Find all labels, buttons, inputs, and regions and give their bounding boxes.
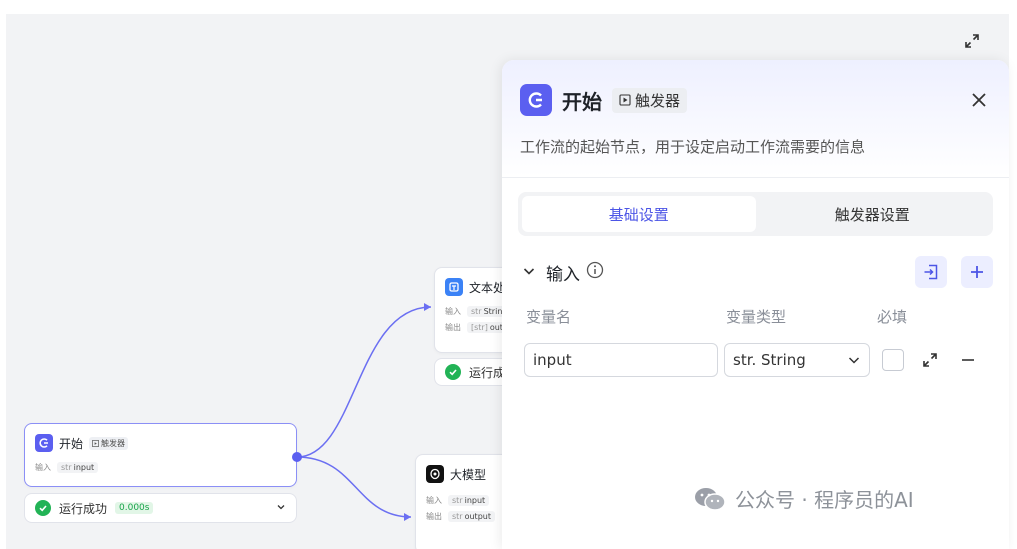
edge-arrow-text xyxy=(424,303,431,311)
minus-icon xyxy=(962,359,974,361)
start-node[interactable]: 开始 触发器 输入 str input xyxy=(24,423,297,487)
text-process-input-chip: str Strin xyxy=(467,306,507,317)
watermark-text: 公众号 · 程序员的AI xyxy=(735,488,914,512)
settings-tabs: 基础设置 触发器设置 xyxy=(518,192,993,236)
column-variable-type: 变量类型 xyxy=(726,308,787,326)
llm-input-label: 输入 xyxy=(426,496,442,505)
start-node-output-port[interactable] xyxy=(292,452,302,462)
tab-trigger-settings[interactable]: 触发器设置 xyxy=(756,196,990,232)
chevron-down-icon[interactable] xyxy=(276,501,286,515)
start-status-text: 运行成功 xyxy=(59,501,108,516)
plus-icon xyxy=(971,266,983,278)
text-process-status-text: 运行成 xyxy=(469,365,506,380)
success-check-icon xyxy=(35,500,51,516)
tab-basic-settings[interactable]: 基础设置 xyxy=(522,196,756,232)
expand-icon[interactable] xyxy=(961,30,983,52)
panel-description: 工作流的起始节点，用于设定启动工作流需要的信息 xyxy=(520,138,866,156)
start-node-title: 开始 xyxy=(59,436,84,451)
variable-row: str. String xyxy=(524,343,1009,377)
edge-arrow-llm xyxy=(404,513,411,521)
column-variable-name: 变量名 xyxy=(526,308,572,326)
input-section-header: 输入 xyxy=(522,256,993,288)
info-icon[interactable] xyxy=(586,261,604,283)
close-icon[interactable] xyxy=(967,88,991,112)
required-checkbox[interactable] xyxy=(882,349,904,371)
start-node-logo-icon xyxy=(520,84,552,116)
panel-tag: 触发器 xyxy=(612,87,688,113)
llm-icon xyxy=(426,465,444,483)
start-node-input-chip: str input xyxy=(57,462,99,473)
variable-type-value: str. String xyxy=(733,351,806,369)
text-process-title: 文本处 xyxy=(469,280,506,295)
start-node-input-label: 输入 xyxy=(35,463,51,472)
llm-input-chip: str input xyxy=(448,495,490,506)
input-section-title: 输入 xyxy=(546,264,580,285)
wechat-icon xyxy=(695,487,726,511)
variable-type-select[interactable]: str. String xyxy=(724,343,870,377)
trigger-icon xyxy=(619,94,631,106)
column-required: 必填 xyxy=(877,308,908,326)
import-button[interactable] xyxy=(915,256,947,288)
llm-title: 大模型 xyxy=(450,467,487,482)
panel-title: 开始 xyxy=(562,89,602,114)
text-process-input-label: 输入 xyxy=(445,307,461,316)
text-process-output-label: 输出 xyxy=(445,323,461,332)
remove-variable-button[interactable] xyxy=(960,352,976,368)
expand-icon[interactable] xyxy=(922,352,938,368)
add-variable-button[interactable] xyxy=(961,256,993,288)
collapse-chevron-icon[interactable] xyxy=(522,263,536,282)
import-icon xyxy=(924,264,938,280)
chevron-down-icon xyxy=(848,357,860,364)
trigger-icon xyxy=(92,439,99,447)
edge-start-to-llm xyxy=(296,456,412,518)
llm-output-label: 输出 xyxy=(426,512,442,521)
llm-output-chip: str output xyxy=(448,511,495,522)
watermark: 公众号 · 程序员的AI xyxy=(693,484,914,513)
edge-start-to-text xyxy=(296,306,432,458)
start-node-status[interactable]: 运行成功 0.000s xyxy=(24,493,297,523)
variable-name-input[interactable] xyxy=(524,343,718,377)
node-settings-panel: 开始 触发器 工作流的起始节点，用于设定启动工作流需要的信息 基础设置 触发器设… xyxy=(502,60,1009,549)
success-check-icon xyxy=(445,364,461,380)
variable-table-header: 变量名 变量类型 必填 xyxy=(526,306,1009,327)
start-status-time: 0.000s xyxy=(115,502,154,514)
start-node-icon xyxy=(35,434,53,452)
text-process-icon xyxy=(445,278,463,296)
start-node-tag: 触发器 xyxy=(89,436,129,450)
